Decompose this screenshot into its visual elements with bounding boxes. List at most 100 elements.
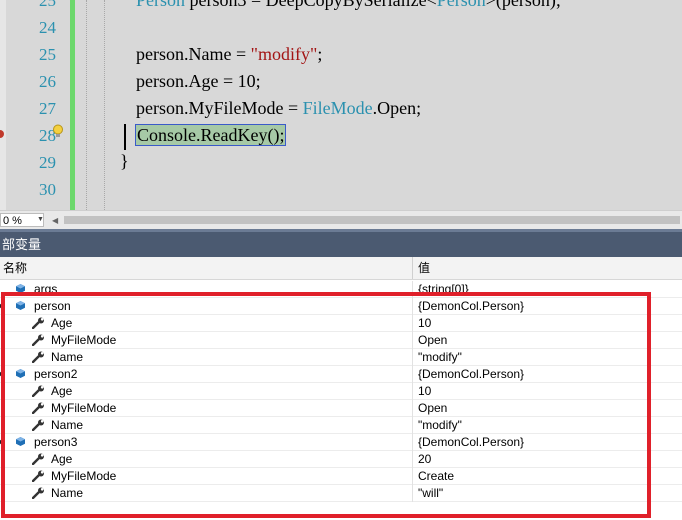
indent-guide: [86, 0, 87, 210]
code-token: person.Age = 10;: [136, 71, 261, 91]
wrench-icon: [32, 402, 44, 414]
column-divider: [412, 451, 413, 468]
object-icon: [16, 437, 25, 446]
wrench-icon: [32, 453, 44, 465]
variable-name: args: [34, 282, 58, 296]
variable-value[interactable]: {DemonCol.Person}: [418, 366, 524, 382]
code-token: person.Name =: [136, 44, 251, 64]
locals-row[interactable]: Age 20: [0, 451, 682, 468]
value-column-header[interactable]: 值: [418, 257, 430, 279]
name-column-header[interactable]: 名称: [3, 257, 27, 279]
locals-row[interactable]: MyFileMode Open: [0, 400, 682, 417]
variable-value[interactable]: "modify": [418, 349, 462, 365]
locals-row[interactable]: Name "modify": [0, 349, 682, 366]
locals-row[interactable]: Age 10: [0, 383, 682, 400]
line-number: 26: [39, 72, 56, 91]
variable-value[interactable]: 10: [418, 315, 431, 331]
variable-value[interactable]: Open: [418, 400, 447, 416]
code-token: ;: [317, 44, 323, 64]
expand-arrow-icon[interactable]: [0, 439, 3, 445]
variable-value[interactable]: Create: [418, 468, 454, 484]
variable-value[interactable]: {DemonCol.Person}: [418, 298, 524, 314]
column-divider: [412, 468, 413, 485]
variable-name: Name: [51, 486, 84, 500]
locals-row[interactable]: MyFileMode Open: [0, 332, 682, 349]
code-line[interactable]: person.Age = 10;: [136, 68, 261, 95]
variable-name: Name: [51, 350, 84, 364]
chevron-down-icon[interactable]: ▼: [37, 216, 44, 223]
zoom-value: 0 %: [3, 215, 22, 227]
code-line[interactable]: Person person3 = DeepCopyBySerialize<Per…: [136, 0, 561, 14]
object-icon: [16, 301, 25, 310]
object-icon: [16, 369, 25, 378]
wrench-icon: [32, 419, 44, 431]
line-number: 30: [39, 180, 56, 199]
column-divider: [412, 298, 413, 315]
column-divider: [412, 485, 413, 502]
column-divider: [412, 366, 413, 383]
scroll-left-icon[interactable]: ◀: [52, 216, 58, 225]
locals-row[interactable]: person2 {DemonCol.Person}: [0, 366, 682, 383]
line-number: 29: [39, 153, 56, 172]
code-token: Person: [436, 0, 486, 10]
code-token: person3 = DeepCopyBySerialize<: [185, 0, 437, 10]
code-token: Person: [136, 0, 185, 10]
line-number: 24: [39, 18, 56, 37]
wrench-icon: [32, 487, 44, 499]
code-token: person.MyFileMode =: [136, 98, 303, 118]
variable-value[interactable]: {DemonCol.Person}: [418, 434, 524, 450]
wrench-icon: [32, 351, 44, 363]
locals-row[interactable]: person3 {DemonCol.Person}: [0, 434, 682, 451]
code-token: FileMode: [302, 98, 373, 118]
column-divider[interactable]: [412, 257, 413, 279]
wrench-icon: [32, 317, 44, 329]
column-divider: [412, 417, 413, 434]
variable-name: Age: [51, 316, 73, 330]
variable-name: MyFileMode: [51, 333, 117, 347]
code-token: "modify": [250, 44, 318, 64]
locals-panel-title[interactable]: 部变量: [0, 229, 682, 257]
code-line[interactable]: person.Name = "modify";: [136, 41, 322, 68]
code-token: .Open;: [372, 98, 422, 118]
variable-name: person2: [34, 367, 78, 381]
variable-name: MyFileMode: [51, 469, 117, 483]
code-token: >(person);: [485, 0, 561, 10]
variable-value[interactable]: {string[0]}: [418, 281, 469, 297]
code-line[interactable]: person.MyFileMode = FileMode.Open;: [136, 95, 421, 122]
horizontal-scrollbar[interactable]: [64, 216, 680, 224]
column-divider: [412, 315, 413, 332]
variable-name: Age: [51, 384, 73, 398]
locals-row[interactable]: args {string[0]}: [0, 281, 682, 298]
code-line[interactable]: Console.ReadKey();: [134, 122, 287, 149]
locals-row[interactable]: person {DemonCol.Person}: [0, 298, 682, 315]
locals-row[interactable]: Age 10: [0, 315, 682, 332]
expand-arrow-icon[interactable]: [0, 303, 3, 309]
variable-value[interactable]: "will": [418, 485, 443, 501]
wrench-icon: [32, 470, 44, 482]
variable-value[interactable]: "modify": [418, 417, 462, 433]
indent-guide: [104, 0, 105, 210]
expand-arrow-icon[interactable]: [0, 371, 3, 377]
locals-row[interactable]: MyFileMode Create: [0, 468, 682, 485]
locals-row[interactable]: Name "modify": [0, 417, 682, 434]
current-statement: Console.ReadKey();: [134, 124, 287, 146]
wrench-icon: [32, 385, 44, 397]
line-number: 25: [39, 0, 56, 10]
change-tracking-bar: [70, 0, 75, 210]
column-divider: [412, 434, 413, 451]
lightbulb-icon[interactable]: [52, 124, 64, 139]
closing-brace: }: [120, 151, 129, 171]
code-editor[interactable]: 25 24 25 26 27 28 29 30 Person person3 = DeepCo…: [0, 0, 682, 210]
variable-value[interactable]: 20: [418, 451, 431, 467]
variable-value[interactable]: 10: [418, 383, 431, 399]
variable-name: person3: [34, 435, 78, 449]
locals-table: args {string[0]} person {DemonCol.Person} Ag…: [0, 281, 682, 520]
variable-name: MyFileMode: [51, 401, 117, 415]
object-icon: [16, 284, 25, 293]
line-number: 25: [39, 45, 56, 64]
line-number: 27: [39, 99, 56, 118]
locals-row[interactable]: Name "will": [0, 485, 682, 502]
variable-value[interactable]: Open: [418, 332, 447, 348]
column-divider: [412, 281, 413, 298]
column-divider: [412, 383, 413, 400]
